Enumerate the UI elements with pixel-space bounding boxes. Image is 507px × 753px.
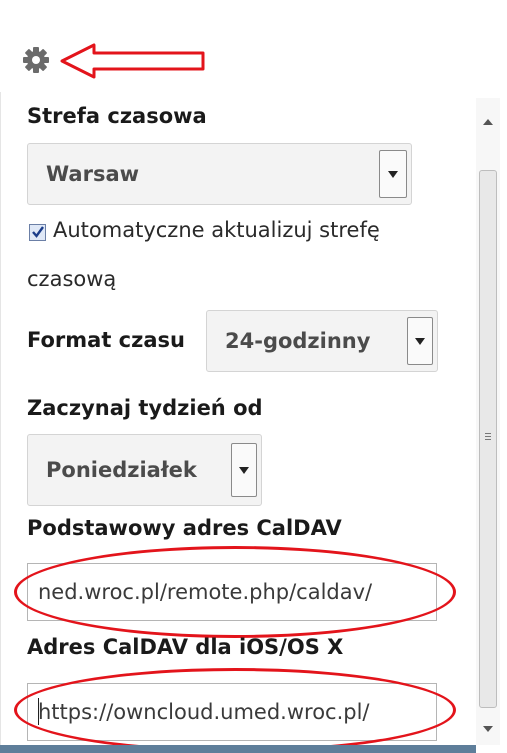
scroll-thumb[interactable] <box>479 170 497 708</box>
auto-update-label-cont: czasową <box>27 267 117 291</box>
chevron-down-icon[interactable] <box>231 443 257 497</box>
arrow-left-icon <box>58 40 208 80</box>
auto-update-label: Automatyczne aktualizuj strefę <box>53 218 380 242</box>
time-format-select[interactable]: 24-godzinny <box>206 310 438 372</box>
caldav-ios-label: Adres CalDAV dla iOS/OS X <box>27 635 344 659</box>
caldav-primary-label: Podstawowy adres CalDAV <box>27 516 342 540</box>
time-format-value: 24-godzinny <box>225 329 371 353</box>
week-start-label: Zaczynaj tydzień od <box>27 396 263 420</box>
auto-update-checkbox[interactable] <box>29 224 46 241</box>
timezone-label: Strefa czasowa <box>27 104 207 128</box>
week-start-value: Poniedziałek <box>46 458 197 482</box>
timezone-select[interactable]: Warsaw <box>27 143 412 205</box>
bottom-bar <box>0 745 476 753</box>
chevron-down-icon[interactable] <box>407 317 433 365</box>
scroll-up-arrow-icon[interactable] <box>476 112 500 132</box>
annotation-ellipse <box>14 546 456 638</box>
vertical-scrollbar[interactable] <box>476 98 500 745</box>
week-start-select[interactable]: Poniedziałek <box>27 434 262 506</box>
timezone-value: Warsaw <box>46 162 140 186</box>
chevron-down-icon[interactable] <box>379 150 407 198</box>
annotation-ellipse <box>14 668 456 752</box>
gear-icon[interactable] <box>22 46 50 74</box>
scroll-down-arrow-icon[interactable] <box>476 719 500 739</box>
time-format-label: Format czasu <box>27 328 185 352</box>
